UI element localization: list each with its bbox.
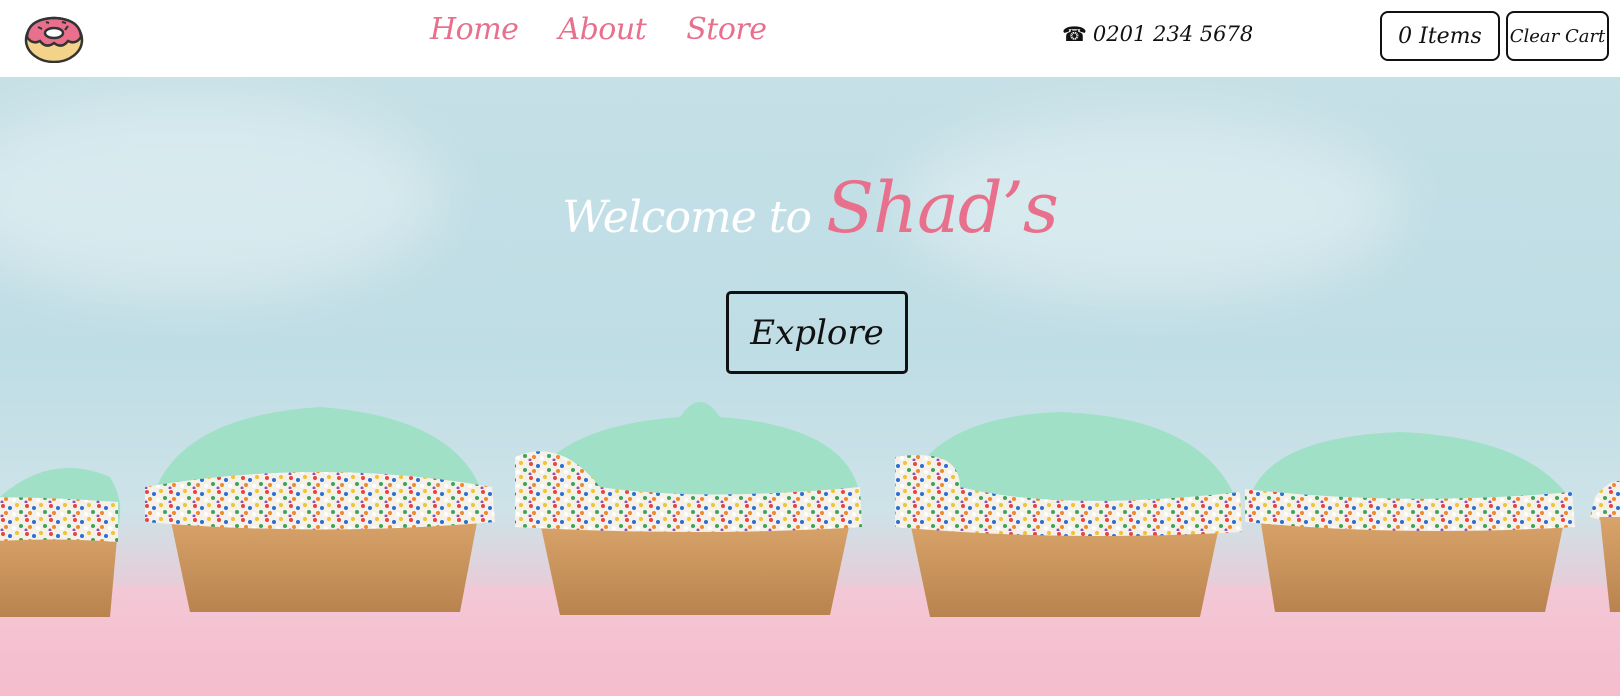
explore-button[interactable]: Explore bbox=[726, 291, 908, 374]
cupcakes-image bbox=[0, 402, 1620, 617]
cupcake bbox=[1245, 432, 1575, 612]
cupcake bbox=[1590, 481, 1620, 612]
cupcake bbox=[145, 407, 495, 612]
nav-link-home[interactable]: Home bbox=[430, 12, 519, 47]
welcome-text: Welcome to bbox=[562, 192, 812, 243]
hero-title: Welcome to Shad’s bbox=[0, 167, 1620, 249]
nav-link-store[interactable]: Store bbox=[686, 12, 767, 47]
cupcake bbox=[895, 412, 1242, 617]
brand-name: Shad’s bbox=[826, 167, 1059, 249]
hero-banner: Welcome to Shad’s Explore bbox=[0, 77, 1620, 696]
phone-number-text: 0201 234 5678 bbox=[1092, 22, 1254, 46]
cupcake bbox=[0, 468, 121, 617]
nav-link-about[interactable]: About bbox=[558, 12, 646, 47]
phone-icon: ☎ bbox=[1062, 22, 1087, 46]
cart-items-button[interactable]: 0 Items bbox=[1380, 11, 1500, 61]
clear-cart-button[interactable]: Clear Cart bbox=[1506, 11, 1609, 61]
navbar: Home About Store ☎ 0201 234 5678 0 Items… bbox=[0, 0, 1620, 77]
cupcake bbox=[515, 402, 862, 615]
nav-links: Home About Store bbox=[430, 12, 767, 47]
donut-logo-icon[interactable] bbox=[24, 13, 84, 63]
phone-number: ☎ 0201 234 5678 bbox=[1062, 22, 1253, 46]
